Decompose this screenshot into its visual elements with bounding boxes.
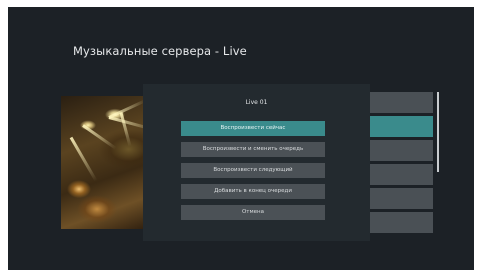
dialog-title: Live 01 — [245, 99, 268, 106]
light-beam — [82, 124, 117, 150]
scrollbar[interactable] — [437, 92, 439, 172]
light-beam — [69, 136, 98, 182]
list-item[interactable] — [363, 164, 433, 185]
play-and-replace-queue-button[interactable]: Воспроизвести и сменить очередь — [181, 142, 325, 157]
list-item[interactable] — [363, 188, 433, 209]
list-item[interactable] — [363, 212, 433, 233]
concert-thumbnail[interactable] — [61, 96, 153, 229]
list-item[interactable] — [363, 140, 433, 161]
page-title: Музыкальные сервера - Live — [73, 44, 247, 58]
cancel-button[interactable]: Отмена — [181, 205, 325, 220]
list-item[interactable] — [363, 92, 433, 113]
play-options-dialog: Live 01 Воспроизвести сейчас Воспроизвес… — [143, 84, 370, 241]
add-to-queue-end-button[interactable]: Добавить в конец очереди — [181, 184, 325, 199]
light-beam — [108, 99, 146, 119]
play-now-button[interactable]: Воспроизвести сейчас — [181, 121, 325, 136]
list-item-selected[interactable] — [363, 116, 433, 137]
play-next-button[interactable]: Воспроизвести следующий — [181, 163, 325, 178]
light-beam — [119, 112, 132, 147]
tv-screen: Музыкальные сервера - Live Live 01 Воспр… — [8, 7, 474, 270]
